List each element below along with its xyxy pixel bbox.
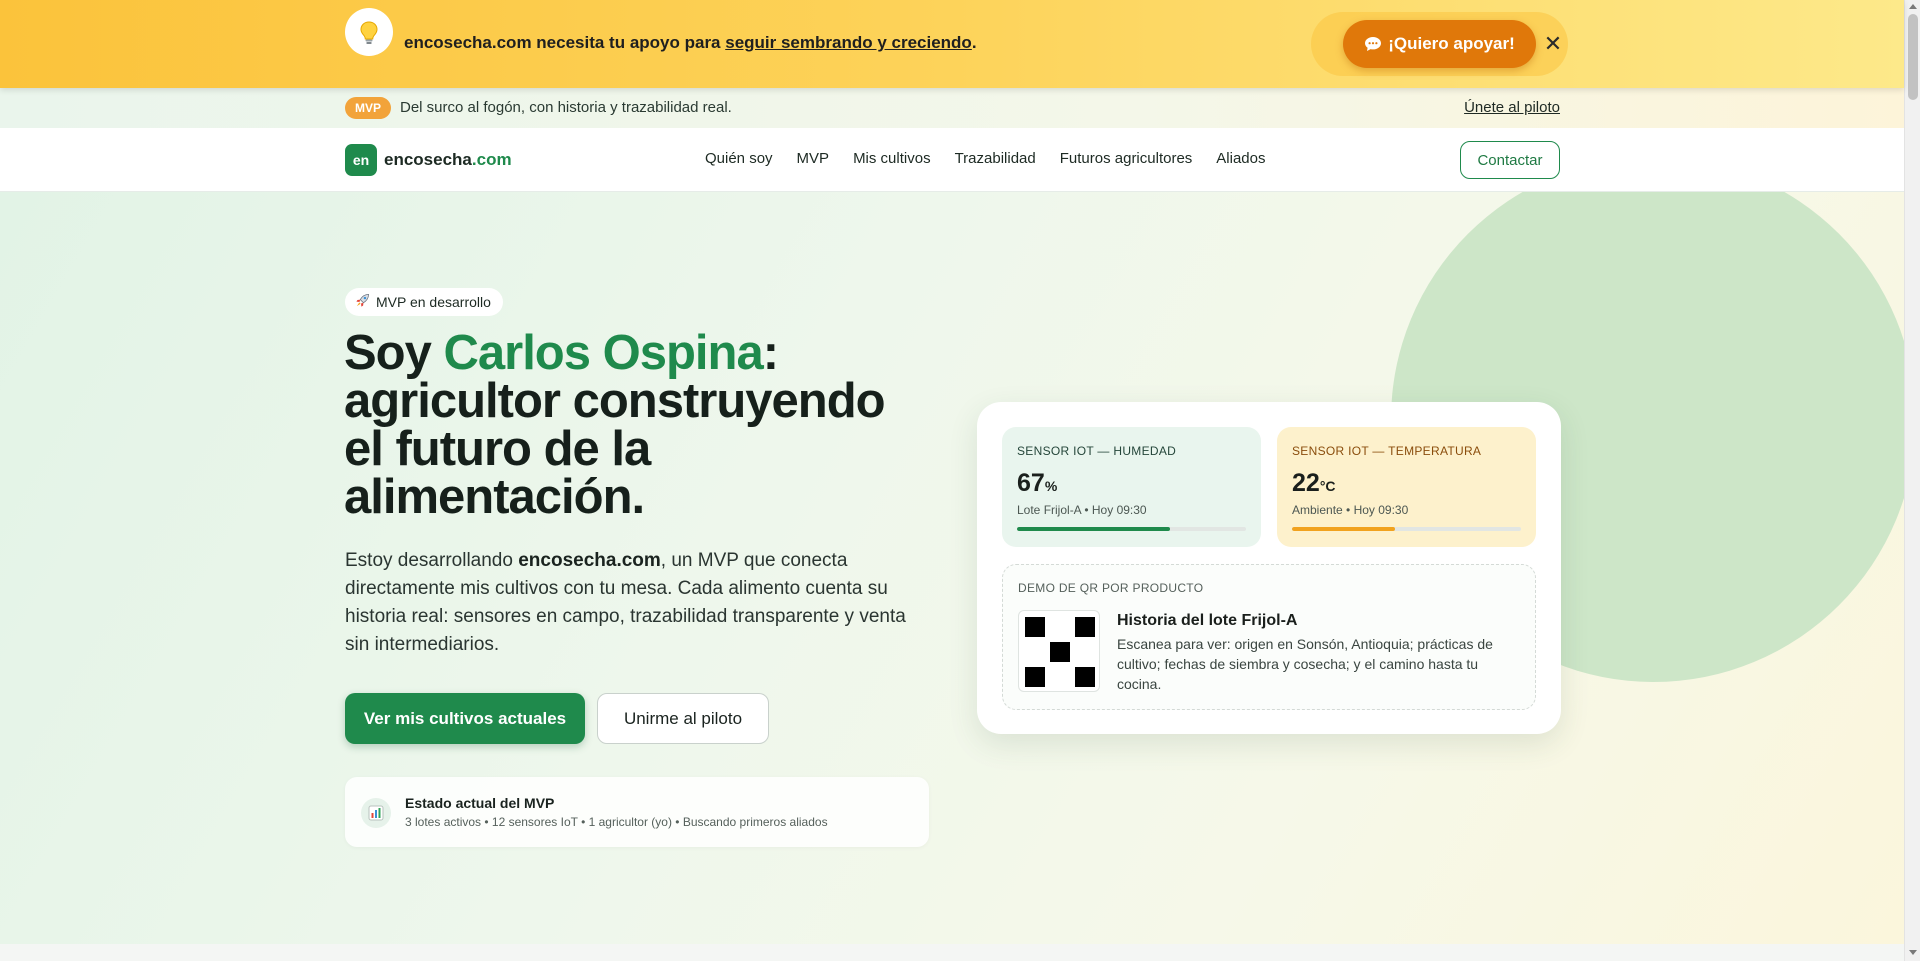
humidity-bar-fill: [1017, 527, 1171, 531]
temperature-label: SENSOR IOT — TEMPERATURA: [1292, 444, 1482, 458]
qr-demo-panel: DEMO DE QR POR PRODUCTO Historia del lot…: [1002, 564, 1536, 710]
join-pilot-link[interactable]: Únete al piloto: [1464, 99, 1560, 116]
humidity-sensor-card: SENSOR IOT — HUMEDAD 67% Lote Frijol-A •…: [1002, 427, 1261, 547]
hero-title: Soy Carlos Ospina: agricultor construyen…: [344, 326, 886, 524]
lightbulb-icon: [345, 8, 393, 56]
hero-title-name: Carlos Ospina: [443, 326, 763, 380]
temperature-bar: [1292, 527, 1521, 531]
hero-description: Estoy desarrollando encosecha.com, un MV…: [345, 550, 906, 655]
logo-mark[interactable]: en: [345, 144, 377, 176]
nav-link-mvp[interactable]: MVP: [797, 150, 830, 167]
logo-text[interactable]: encosecha.com: [384, 150, 512, 170]
temperature-value: 22°C: [1292, 469, 1336, 497]
status-title: Estado actual del MVP: [405, 795, 555, 811]
qr-description: Escanea para ver: origen en Sonsón, Anti…: [1117, 636, 1493, 692]
nav-link-trazabilidad[interactable]: Trazabilidad: [955, 150, 1036, 167]
humidity-meta: Lote Frijol-A • Hoy 09:30: [1017, 503, 1147, 517]
support-message: encosecha.com necesita tu apoyo para seg…: [404, 33, 977, 52]
nav-link-mis-cultivos[interactable]: Mis cultivos: [853, 150, 931, 167]
navbar: en encosecha.com Quién soy MVP Mis culti…: [0, 128, 1904, 192]
chat-bubble-icon: [1364, 36, 1382, 52]
temperature-meta: Ambiente • Hoy 09:30: [1292, 503, 1409, 517]
nav-links: Quién soy MVP Mis cultivos Trazabilidad …: [705, 150, 1290, 167]
page-scrollbar[interactable]: [1904, 0, 1920, 961]
scroll-thumb[interactable]: [1908, 14, 1918, 100]
mvp-dev-badge-text: MVP en desarrollo: [376, 294, 491, 310]
humidity-label: SENSOR IOT — HUMEDAD: [1017, 444, 1177, 458]
join-pilot-button[interactable]: Unirme al piloto: [597, 693, 769, 744]
mvp-badge: MVP: [345, 97, 392, 119]
qr-title: Historia del lote Frijol-A: [1117, 612, 1298, 629]
qr-code-icon[interactable]: [1018, 610, 1100, 692]
announcement-text: Del surco al fogón, con historia y traza…: [400, 99, 732, 116]
temperature-sensor-card: SENSOR IOT — TEMPERATURA 22°C Ambiente •…: [1277, 427, 1536, 547]
hero-section: [0, 192, 1904, 944]
mvp-dev-badge: MVP en desarrollo: [345, 288, 503, 316]
support-button[interactable]: ¡Quiero apoyar!: [1343, 20, 1536, 68]
scroll-down-arrow-icon[interactable]: [1909, 950, 1917, 955]
mvp-status-card: Estado actual del MVP 3 lotes activos • …: [345, 777, 929, 847]
support-button-label: ¡Quiero apoyar!: [1388, 34, 1515, 53]
status-subtitle: 3 lotes activos • 12 sensores IoT • 1 ag…: [405, 815, 828, 829]
nav-link-quien-soy[interactable]: Quién soy: [705, 150, 773, 167]
support-message-link[interactable]: seguir sembrando y creciendo: [725, 33, 972, 52]
humidity-value: 67%: [1017, 469, 1058, 497]
dashboard-card: SENSOR IOT — HUMEDAD 67% Lote Frijol-A •…: [977, 402, 1561, 734]
nav-link-futuros-agricultores[interactable]: Futuros agricultores: [1060, 150, 1193, 167]
support-banner: encosecha.com necesita tu apoyo para seg…: [0, 0, 1904, 88]
temperature-bar-fill: [1292, 527, 1396, 531]
announcement-bar: MVP Del surco al fogón, con historia y t…: [0, 88, 1904, 128]
scroll-up-arrow-icon[interactable]: [1909, 4, 1917, 9]
next-section-edge: [0, 944, 1904, 961]
contact-button[interactable]: Contactar: [1460, 141, 1560, 179]
close-icon[interactable]: ✕: [1541, 31, 1565, 57]
nav-link-aliados[interactable]: Aliados: [1216, 150, 1265, 167]
rocket-icon: [355, 293, 370, 311]
humidity-bar: [1017, 527, 1246, 531]
qr-demo-label: DEMO DE QR POR PRODUCTO: [1018, 581, 1204, 595]
view-crops-button[interactable]: Ver mis cultivos actuales: [345, 693, 585, 744]
bar-chart-icon: [361, 798, 391, 828]
